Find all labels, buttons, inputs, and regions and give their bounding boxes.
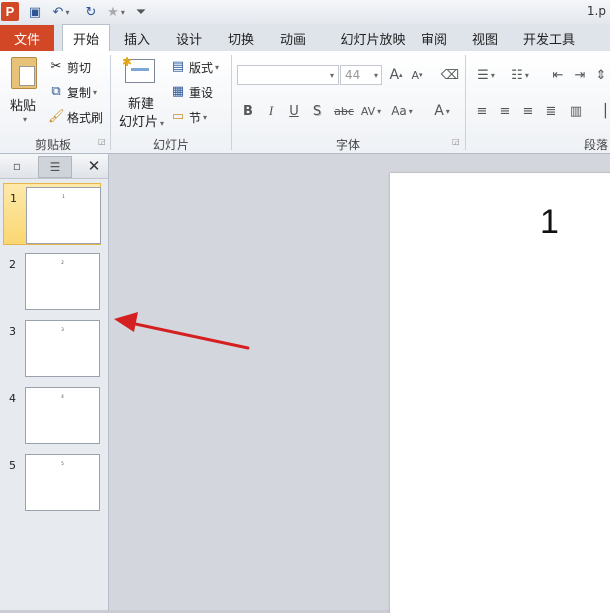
- new-slide-label-2: 幻灯片 ▾: [119, 115, 165, 130]
- decrease-indent-icon[interactable]: ⇤: [548, 65, 568, 85]
- align-right-icon[interactable]: ≡: [518, 101, 538, 121]
- paste-dropdown-icon: ▾: [23, 115, 28, 124]
- title-bar: P ▣ ↶ ▾ ↻ ★ ▾ ⏷ 1.p: [0, 0, 610, 25]
- star-icon[interactable]: ★ ▾: [104, 3, 128, 21]
- underline-button[interactable]: U: [284, 101, 304, 121]
- clear-format-icon[interactable]: ⌫: [440, 65, 460, 85]
- tab-design[interactable]: 设计: [167, 25, 211, 51]
- copy-button[interactable]: ⧉ 复制 ▾: [48, 82, 97, 102]
- reset-icon: ▦: [171, 84, 185, 99]
- window-title: 1.p: [586, 4, 606, 18]
- shrink-font-icon[interactable]: A ▾: [407, 65, 427, 85]
- tab-review[interactable]: 审阅: [412, 25, 456, 51]
- group-separator: [465, 55, 466, 150]
- paste-button[interactable]: 粘贴 ▾: [6, 55, 42, 133]
- slide-thumbnail[interactable]: 5 5: [3, 451, 101, 513]
- tab-animations[interactable]: 动画: [271, 25, 315, 51]
- char-spacing-button[interactable]: AV ▾: [358, 101, 384, 121]
- tab-transitions[interactable]: 切换: [219, 25, 263, 51]
- slide-thumbnail[interactable]: 2 2: [3, 250, 101, 312]
- reset-button[interactable]: ▦ 重设: [170, 82, 213, 102]
- layout-icon: ▤: [171, 59, 185, 74]
- justify-icon[interactable]: ≣: [541, 101, 561, 121]
- paragraph-group-label: 段落: [584, 138, 609, 152]
- dialog-launcher-icon[interactable]: ◲: [98, 137, 106, 146]
- outline-tab-icon[interactable]: ☰: [38, 156, 72, 178]
- line-spacing-icon[interactable]: ⇕: [594, 65, 608, 85]
- group-separator: [110, 55, 111, 150]
- change-case-button[interactable]: Aa ▾: [388, 101, 416, 121]
- text-direction-icon[interactable]: ▕: [594, 101, 608, 121]
- slides-group-label: 幻灯片: [152, 138, 189, 152]
- thumbnail-preview: 3: [25, 320, 100, 377]
- layout-button[interactable]: ▤ 版式 ▾: [170, 57, 219, 77]
- font-color-button[interactable]: A ▾: [430, 101, 454, 121]
- panel-header: ▫ ☰ ✕: [0, 154, 108, 179]
- slide-thumbnail[interactable]: 4 4: [3, 384, 101, 446]
- tab-developer[interactable]: 开发工具: [516, 25, 582, 51]
- align-left-icon[interactable]: ≡: [472, 101, 492, 121]
- redo-icon[interactable]: ↻: [82, 3, 100, 21]
- cut-button[interactable]: ✂ 剪切: [48, 57, 91, 77]
- ribbon-tab-bar: 文件 开始 插入 设计 切换 动画 幻灯片放映 审阅 视图 开发工具: [0, 24, 610, 52]
- bold-button[interactable]: B: [238, 101, 258, 121]
- customize-icon[interactable]: ⏷: [134, 3, 148, 21]
- section-button[interactable]: ▭ 节 ▾: [170, 107, 207, 127]
- clipboard-group-label: 剪贴板: [34, 138, 71, 152]
- tab-home[interactable]: 开始: [62, 24, 110, 51]
- ribbon: 粘贴 ▾ ✂ 剪切 ⧉ 复制 ▾ 🖌 格式刷 剪贴板 ◲ ✱ 新建 幻灯片 ▾ ▤ 版式 ▾ …: [0, 51, 610, 154]
- tab-file[interactable]: 文件: [0, 25, 54, 51]
- font-group-label: 字体: [335, 138, 360, 152]
- slide-title[interactable]: 1: [540, 203, 559, 242]
- bullets-icon[interactable]: ☰ ▾: [472, 65, 500, 85]
- slide-editing-area: 1: [109, 154, 610, 613]
- tab-slideshow[interactable]: 幻灯片放映: [324, 25, 422, 51]
- annotation-arrow-icon: [114, 312, 250, 350]
- brush-icon: 🖌: [48, 109, 65, 124]
- grow-font-icon[interactable]: A ▴: [386, 65, 406, 85]
- thumbnail-preview: 4: [25, 387, 100, 444]
- save-icon[interactable]: ▣: [26, 3, 44, 21]
- shadow-button[interactable]: S: [307, 101, 327, 121]
- align-center-icon[interactable]: ≡: [495, 101, 515, 121]
- format-painter-button[interactable]: 🖌 格式刷: [48, 107, 103, 127]
- thumbnail-preview: 1: [26, 187, 101, 244]
- dialog-launcher-icon[interactable]: ◲: [452, 137, 460, 146]
- font-name-combo[interactable]: ▾: [237, 65, 339, 85]
- thumbnail-preview: 2: [25, 253, 100, 310]
- slides-tab-icon[interactable]: ▫: [3, 156, 31, 176]
- columns-icon[interactable]: ▥: [566, 101, 586, 121]
- section-icon: ▭: [171, 109, 185, 124]
- close-panel-icon[interactable]: ✕: [84, 156, 104, 176]
- slides-panel: ▫ ☰ ✕ 1 1 2 2 3 3 4 4 5 5: [0, 154, 109, 610]
- copy-icon: ⧉: [51, 84, 61, 99]
- strikethrough-button[interactable]: abc: [332, 101, 356, 121]
- new-slide-icon: ✱: [122, 55, 155, 83]
- tab-insert[interactable]: 插入: [115, 25, 159, 51]
- paste-icon: [11, 57, 37, 89]
- thumbnail-preview: 5: [25, 454, 100, 511]
- font-size-combo[interactable]: 44 ▾: [340, 65, 382, 85]
- current-slide[interactable]: 1: [390, 173, 610, 613]
- tab-view[interactable]: 视图: [463, 25, 507, 51]
- slide-thumbnail[interactable]: 1 1: [3, 183, 101, 245]
- undo-icon[interactable]: ↶ ▾: [50, 3, 72, 21]
- new-slide-label: 新建: [128, 97, 155, 112]
- increase-indent-icon[interactable]: ⇥: [570, 65, 590, 85]
- numbering-icon[interactable]: ☷ ▾: [506, 65, 534, 85]
- powerpoint-logo-icon[interactable]: P: [1, 2, 19, 21]
- italic-button[interactable]: I: [261, 101, 281, 121]
- scissors-icon: ✂: [50, 59, 62, 74]
- slide-thumbnail[interactable]: 3 3: [3, 317, 101, 379]
- paste-label: 粘贴: [10, 99, 37, 114]
- new-slide-button[interactable]: ✱ 新建 幻灯片 ▾: [116, 55, 164, 133]
